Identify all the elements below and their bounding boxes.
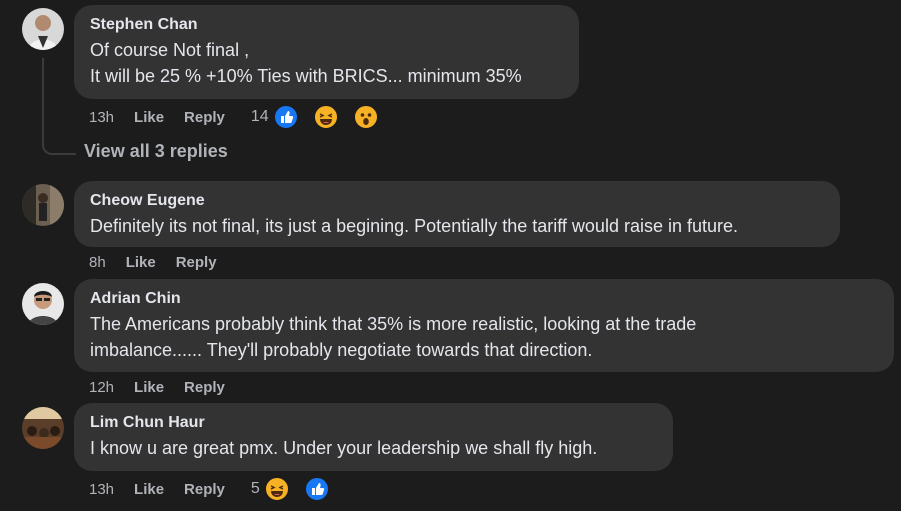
comment-bubble: Cheow Eugene Definitely its not final, i… xyxy=(74,181,840,247)
avatar[interactable] xyxy=(22,283,64,325)
comment-time[interactable]: 13h xyxy=(89,481,114,498)
like-button[interactable]: Like xyxy=(134,481,164,498)
like-icon xyxy=(272,104,299,130)
reply-button[interactable]: Reply xyxy=(184,379,225,396)
like-button[interactable]: Like xyxy=(134,379,164,396)
comment-bubble: Lim Chun Haur I know u are great pmx. Un… xyxy=(74,403,673,471)
reply-button[interactable]: Reply xyxy=(184,481,225,498)
comment-line: Of course Not final , xyxy=(90,40,250,60)
reaction-summary[interactable]: 5 xyxy=(251,476,350,502)
comment-line: imbalance...... They'll probably negotia… xyxy=(90,340,593,360)
avatar[interactable] xyxy=(22,8,64,50)
wow-icon xyxy=(352,104,379,130)
comment-bubble: Adrian Chin The Americans probably think… xyxy=(74,279,894,372)
reaction-count: 5 xyxy=(250,480,260,497)
comment-time[interactable]: 12h xyxy=(89,379,114,396)
comment-text: The Americans probably think that 35% is… xyxy=(90,311,878,363)
comment-text: Of course Not final , It will be 25 % +1… xyxy=(90,37,563,89)
comment-text: I know u are great pmx. Under your leade… xyxy=(90,438,598,458)
reaction-summary[interactable]: 14 xyxy=(251,104,399,130)
comment-author[interactable]: Stephen Chan xyxy=(90,15,563,35)
like-icon xyxy=(303,476,330,502)
comment-time[interactable]: 8h xyxy=(89,254,106,271)
comment-line: It will be 25 % +10% Ties with BRICS... … xyxy=(90,66,522,86)
comment-author[interactable]: Lim Chun Haur xyxy=(90,413,657,433)
view-all-replies-link[interactable]: View all 3 replies xyxy=(84,141,228,162)
avatar[interactable] xyxy=(22,184,64,226)
comment-actions: 12h Like Reply xyxy=(89,376,245,398)
comment-author[interactable]: Adrian Chin xyxy=(90,289,878,309)
comment-line: The Americans probably think that 35% is… xyxy=(90,314,697,334)
reply-button[interactable]: Reply xyxy=(176,254,217,271)
comment-text: Definitely its not final, its just a beg… xyxy=(90,216,739,236)
like-button[interactable]: Like xyxy=(134,109,164,126)
comment-author[interactable]: Cheow Eugene xyxy=(90,191,824,211)
haha-icon xyxy=(263,476,290,502)
comment-actions: 8h Like Reply xyxy=(89,251,237,273)
reply-button[interactable]: Reply xyxy=(184,109,225,126)
comment-actions: 13h Like Reply 14 xyxy=(89,104,399,130)
comment-actions: 13h Like Reply 5 xyxy=(89,476,350,502)
reaction-count: 14 xyxy=(250,108,269,125)
like-button[interactable]: Like xyxy=(126,254,156,271)
comment-time[interactable]: 13h xyxy=(89,109,114,126)
thread-line xyxy=(42,58,76,155)
avatar[interactable] xyxy=(22,407,64,449)
haha-icon xyxy=(312,104,339,130)
comment-bubble: Stephen Chan Of course Not final , It wi… xyxy=(74,5,579,99)
